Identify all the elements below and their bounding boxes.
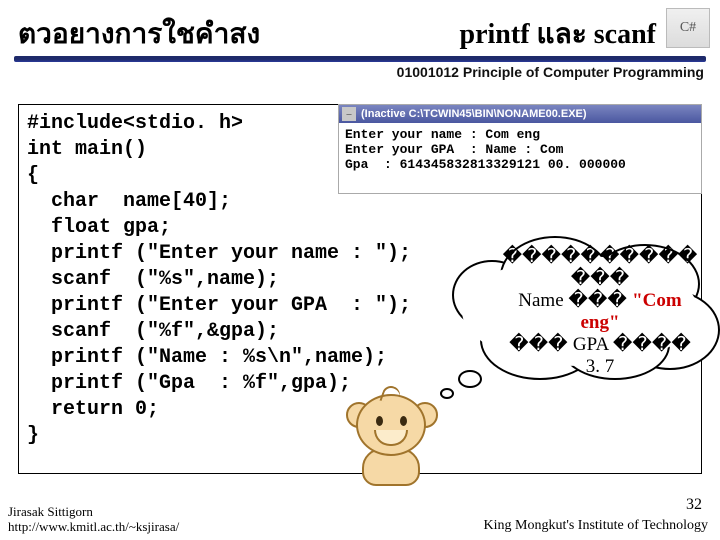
thought-bubble: ���������� ��� Name ��� "Com eng" ��� GP…: [440, 230, 720, 390]
page-number: 32: [686, 496, 702, 514]
console-output: Enter your name : Com eng Enter your GPA…: [339, 123, 701, 176]
header-rule: [14, 56, 706, 62]
header: ตวอยางการใชคำสง printf และ scanf: [18, 10, 706, 56]
monkey-graphic: [326, 386, 446, 482]
bubble-gpa-value: 3. 7: [586, 356, 615, 377]
bubble-text: ���������� ��� Name ��� "Com eng" ��� GP…: [480, 246, 720, 378]
bubble-name-value-1: "Com: [632, 290, 682, 311]
title-left: ตวอยางการใชคำสง: [18, 12, 260, 56]
bubble-tail-1: [458, 370, 482, 388]
bubble-line1: ����������: [503, 246, 698, 267]
footer-right: King Mongkut's Institute of Technology: [484, 518, 709, 534]
bubble-line2: ���: [571, 268, 629, 289]
bubble-gpa-label: GPA: [573, 334, 613, 355]
footer-left: Jirasak Sittigorn http://www.kmitl.ac.th…: [8, 504, 179, 534]
author-name: Jirasak Sittigorn: [8, 504, 179, 519]
system-menu-icon: –: [342, 107, 356, 121]
author-url: http://www.kmitl.ac.th/~ksjirasa/: [8, 519, 179, 534]
console-titlebar: – (Inactive C:\TCWIN45\BIN\NONAME00.EXE): [339, 105, 701, 123]
bubble-name-label: Name: [518, 290, 568, 311]
console-title: (Inactive C:\TCWIN45\BIN\NONAME00.EXE): [361, 108, 587, 120]
course-code: 01001012 Principle of Computer Programmi…: [397, 64, 704, 80]
logo-icon: C#: [666, 8, 710, 48]
console-window: – (Inactive C:\TCWIN45\BIN\NONAME00.EXE)…: [338, 104, 702, 194]
slide-root: ตวอยางการใชคำสง printf และ scanf C# 0100…: [0, 0, 720, 540]
title-right: printf และ scanf: [460, 12, 656, 56]
bubble-name-value-2: eng": [580, 312, 619, 333]
